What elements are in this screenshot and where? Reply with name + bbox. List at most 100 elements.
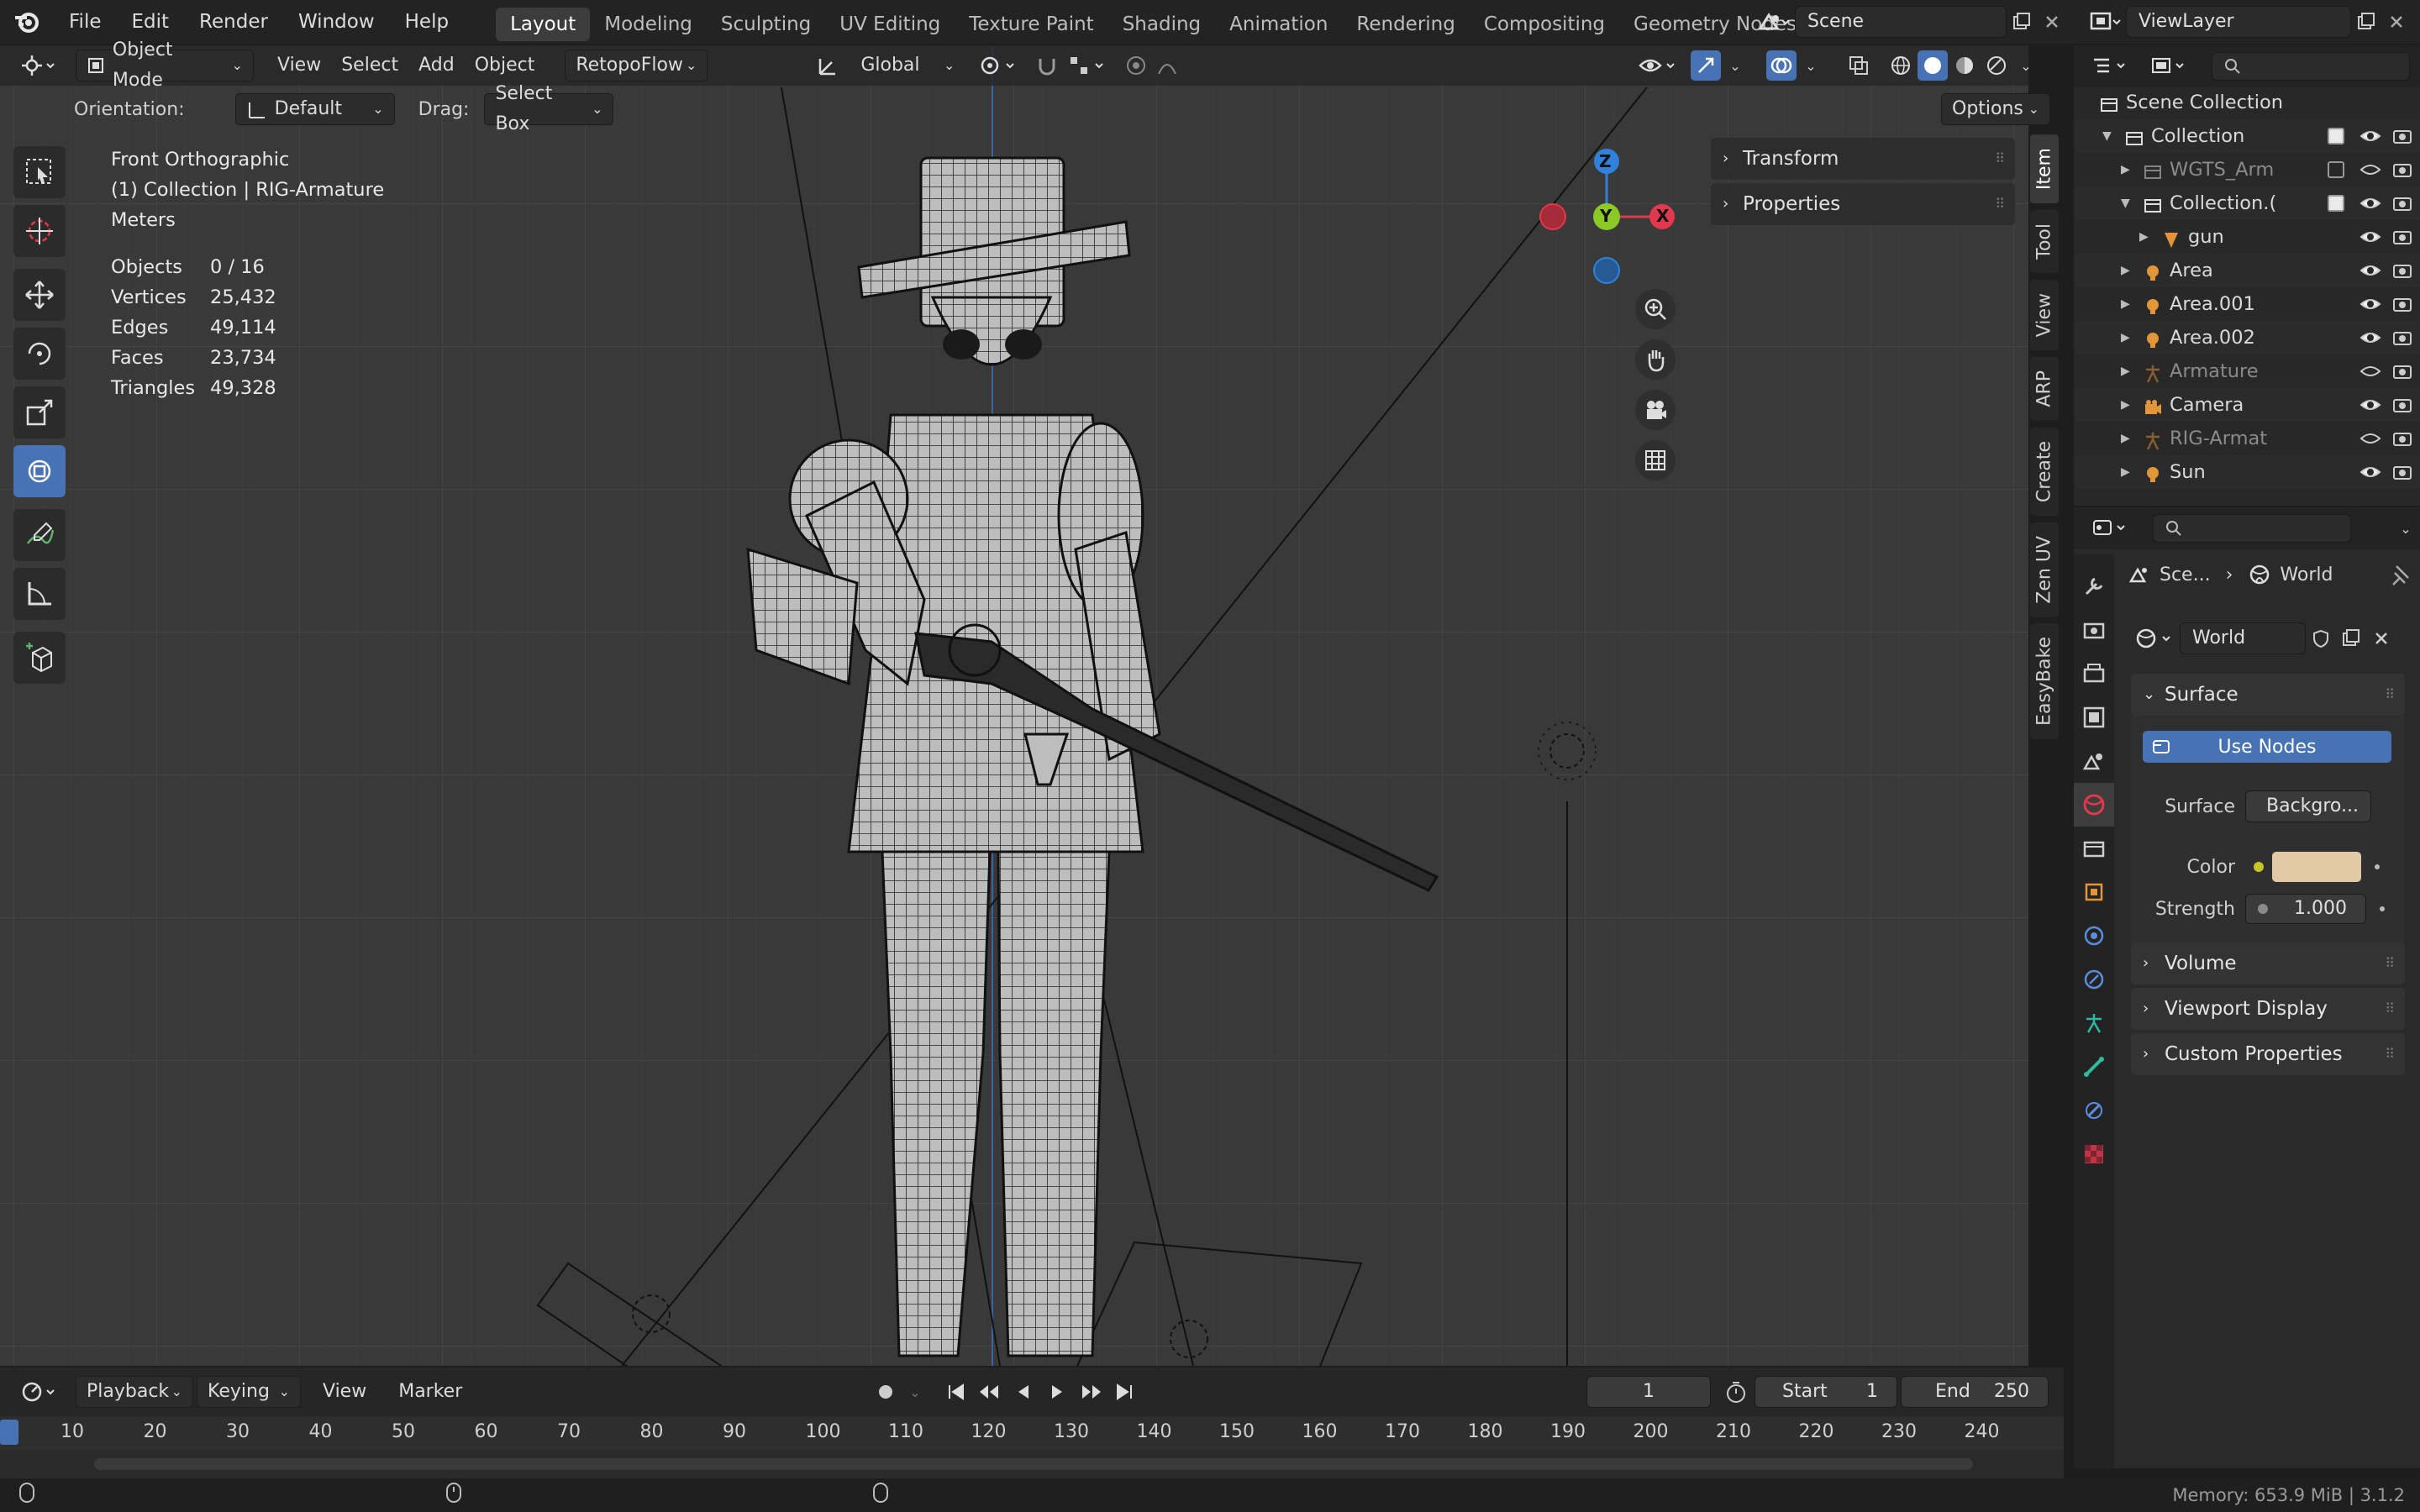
keyframe-dot-icon[interactable] [2375,864,2380,869]
panel-properties[interactable]: › Properties ⠿ [1711,183,2015,225]
expand-arrow-down-icon[interactable]: ▼ [2102,119,2112,153]
scale-tool[interactable] [13,386,66,438]
transform-orientation[interactable]: Global ⌄ [817,50,965,81]
navigation-gizmo[interactable]: Z Y X [1534,146,1686,289]
xray-toggle-icon[interactable] [1844,50,1874,81]
expand-arrow-right-icon[interactable]: ▶ [2121,254,2130,287]
exclude-checkbox[interactable] [2328,128,2344,144]
gizmo-neg-x-axis[interactable] [1539,203,1566,230]
editor-type-icon[interactable] [15,50,62,81]
gizmo-toggle-icon[interactable] [1691,50,1721,81]
preview-range-icon[interactable] [1721,1377,1751,1407]
overlays-dropdown-icon[interactable]: ⌄ [1800,50,1822,81]
expand-arrow-right-icon[interactable]: ▶ [2121,455,2130,489]
timeline-editor-type-icon[interactable] [15,1377,62,1407]
jump-end-icon[interactable] [1109,1377,1139,1407]
close-view-layer-icon[interactable] [2381,7,2412,37]
menu-window[interactable]: Window [283,0,390,44]
wireframe-shading-icon[interactable] [1886,50,1916,81]
scene-tab-icon[interactable] [2074,739,2114,783]
tab-compositing[interactable]: Compositing [1470,8,1619,41]
timeline-scrollbar[interactable] [94,1458,1973,1470]
fake-user-icon[interactable] [2306,623,2336,654]
shading-dropdown-icon[interactable]: ⌄ [2015,50,2037,81]
expand-arrow-down-icon[interactable]: ▼ [2121,186,2130,220]
play-reverse-icon[interactable] [1008,1377,1039,1407]
snap-target-icon[interactable] [1062,50,1113,81]
gizmo-neg-z-axis[interactable] [1593,257,1620,284]
keyframe-dot-icon[interactable] [2380,906,2385,911]
3d-viewport[interactable] [0,45,2028,1366]
properties-editor-type-icon[interactable] [2086,513,2133,543]
tab-zen-uv[interactable]: Zen UV [2030,522,2059,617]
render-tab-icon[interactable] [2074,608,2114,652]
solid-shading-icon[interactable] [1918,50,1948,81]
end-frame-field[interactable]: End 250 [1901,1376,2049,1408]
surface-shader-field[interactable]: Backgro... [2245,790,2371,822]
playback-menu[interactable]: Playback ⌄ [76,1376,193,1408]
material-shading-icon[interactable] [1949,50,1980,81]
play-icon[interactable] [1042,1377,1072,1407]
camera-view-icon[interactable] [1635,390,1676,430]
timeline-menu-marker[interactable]: Marker [388,1376,472,1408]
display-mode-icon[interactable] [2144,51,2191,81]
strength-field[interactable]: 1.000 [2245,894,2366,924]
tab-animation[interactable]: Animation [1215,8,1342,41]
outliner-search-input[interactable] [2212,52,2410,81]
current-frame-field[interactable]: 1 [1586,1376,1711,1408]
measure-tool[interactable] [13,568,66,620]
keying-options-dropdown[interactable]: ⌄ [904,1377,926,1407]
tab-uv-editing[interactable]: UV Editing [825,8,955,41]
outliner-row[interactable]: ▶ gun [2074,220,2420,254]
pin-icon[interactable] [2388,563,2412,591]
outliner-row[interactable]: ▶ Armature [2074,354,2420,388]
expand-arrow-right-icon[interactable]: ▶ [2121,422,2130,455]
transform-tool[interactable] [13,445,66,497]
expand-arrow-right-icon[interactable]: ▶ [2121,388,2130,422]
scene-collection-row[interactable]: Scene Collection [2074,86,2420,119]
tab-sculpting[interactable]: Sculpting [707,8,825,41]
jump-start-icon[interactable] [941,1377,971,1407]
tab-create[interactable]: Create [2030,427,2059,516]
drag-handle-icon[interactable]: ⠿ [2385,1033,2395,1075]
annotate-tool[interactable] [13,509,66,561]
menu-add[interactable]: Add [408,50,465,81]
tab-shading[interactable]: Shading [1108,8,1215,41]
menu-help[interactable]: Help [390,0,464,44]
tab-item[interactable]: Item [2030,134,2059,204]
gizmo-dropdown-icon[interactable]: ⌄ [1724,50,1746,81]
drag-handle-icon[interactable]: ⠿ [1995,183,2005,225]
breadcrumb-world[interactable]: World [2280,564,2333,585]
falloff-icon[interactable] [1151,50,1193,81]
cursor-tool[interactable] [13,205,66,257]
panel-surface[interactable]: ⌄ Surface ⠿ [2131,674,2405,716]
orientation-dropdown[interactable]: Global ⌄ [850,50,965,81]
panel-viewport-display[interactable]: › Viewport Display ⠿ [2131,988,2405,1030]
panel-volume[interactable]: › Volume ⠿ [2131,942,2405,984]
tab-tool[interactable]: Tool [2030,210,2059,273]
outliner-row[interactable]: ▶ Camera [2074,388,2420,422]
menu-file[interactable]: File [54,0,117,44]
panel-custom-properties[interactable]: › Custom Properties ⠿ [2131,1033,2405,1075]
outliner-row[interactable]: ▼ Collection [2074,119,2420,153]
add-cube-tool[interactable] [13,632,66,684]
menu-object[interactable]: Object [465,50,545,81]
playhead[interactable] [0,1420,18,1445]
start-frame-field[interactable]: Start 1 [1754,1376,1897,1408]
rotate-tool[interactable] [13,328,66,380]
bone-constraints-tab-icon[interactable] [2074,1089,2114,1132]
outliner-row[interactable]: ▶ Area.001 [2074,287,2420,321]
outliner-row[interactable]: ▶ RIG-Armat [2074,422,2420,455]
view-layer-icon[interactable] [2084,7,2126,37]
move-tool[interactable] [13,269,66,321]
drag-handle-icon[interactable]: ⠿ [2385,942,2395,984]
tool-settings-tab-icon[interactable] [2074,564,2114,608]
mode-dropdown[interactable]: Object Mode ⌄ [76,39,254,91]
view-layer-field[interactable]: ViewLayer [2126,6,2351,38]
texture-tab-icon[interactable] [2074,1132,2114,1176]
keying-menu[interactable]: Keying ⌄ [197,1376,301,1408]
retopoflow-menu[interactable]: RetopoFlow ⌄ [565,50,708,81]
outliner-editor-type-icon[interactable] [2086,51,2133,81]
expand-arrow-right-icon[interactable]: ▶ [2139,220,2149,254]
drag-handle-icon[interactable]: ⠿ [1995,138,2005,180]
